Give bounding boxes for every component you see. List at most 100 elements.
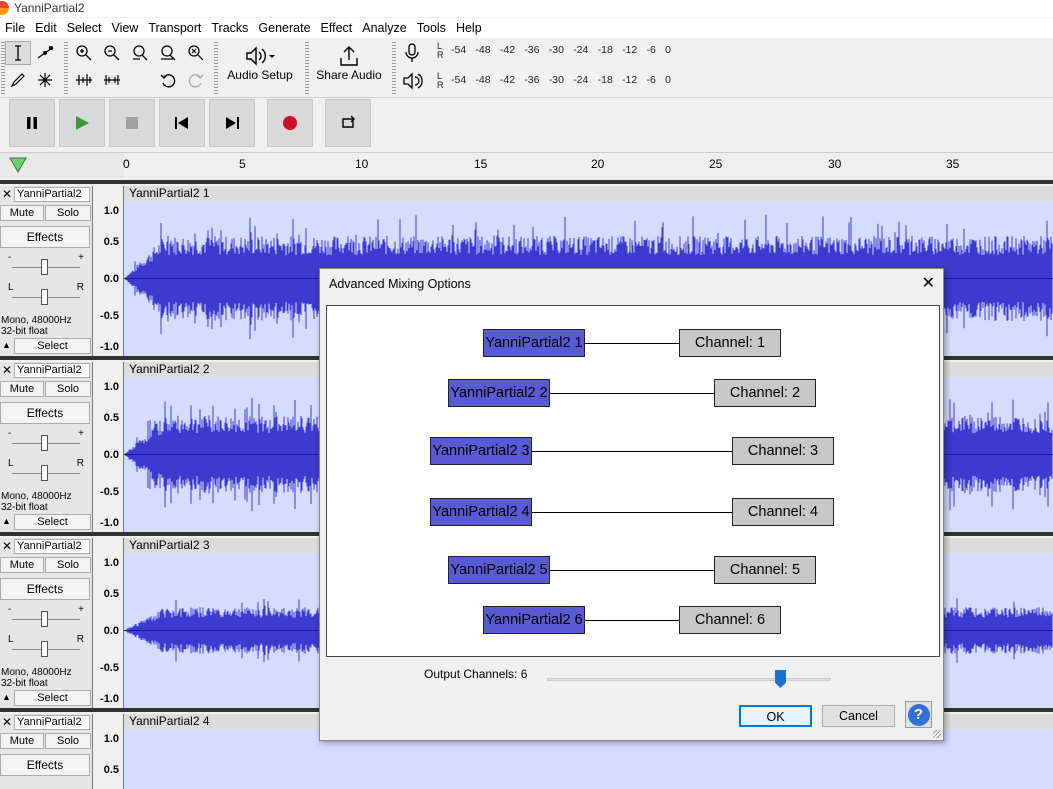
menu-view[interactable]: View bbox=[106, 21, 143, 35]
timeline-options-icon[interactable] bbox=[9, 157, 27, 176]
close-track-icon[interactable]: ✕ bbox=[2, 715, 12, 729]
amplitude-scale[interactable]: 1.0 0.5 0.0 -0.5 -1.0 bbox=[93, 538, 124, 708]
menu-select[interactable]: Select bbox=[62, 21, 107, 35]
solo-button[interactable]: Solo bbox=[45, 733, 91, 749]
select-button[interactable]: Select bbox=[14, 338, 91, 354]
menu-edit[interactable]: Edit bbox=[30, 21, 62, 35]
collapse-icon[interactable]: ▲ bbox=[2, 692, 11, 702]
envelope-tool-icon[interactable] bbox=[32, 41, 58, 65]
mapping-line bbox=[584, 620, 679, 621]
play-button[interactable] bbox=[59, 99, 105, 147]
channel-box[interactable]: Channel: 2 bbox=[714, 379, 816, 407]
stop-button[interactable] bbox=[109, 99, 155, 147]
fit-selection-icon[interactable] bbox=[127, 41, 153, 65]
select-button[interactable]: Select bbox=[14, 690, 91, 706]
collapse-icon[interactable]: ▲ bbox=[2, 516, 11, 526]
skip-start-icon bbox=[175, 117, 188, 129]
mute-button[interactable]: Mute bbox=[0, 381, 44, 397]
mute-button[interactable]: Mute bbox=[0, 733, 44, 749]
mute-button[interactable]: Mute bbox=[0, 557, 44, 573]
close-track-icon[interactable]: ✕ bbox=[2, 363, 12, 377]
amplitude-scale[interactable]: 1.0 0.5 bbox=[93, 714, 124, 789]
channel-box[interactable]: Channel: 4 bbox=[732, 498, 834, 526]
record-button[interactable] bbox=[267, 99, 313, 147]
speaker-playback-icon[interactable] bbox=[402, 71, 424, 94]
loop-button[interactable] bbox=[325, 99, 371, 147]
meter-scale: -54 -48 -42 -36 -30 -24 -18 -12 -6 0 bbox=[451, 74, 671, 86]
toolbar-grip[interactable] bbox=[305, 42, 309, 94]
track-box[interactable]: YanniPartial2 6 bbox=[483, 606, 585, 634]
amplitude-scale[interactable]: 1.0 0.5 0.0 -0.5 -1.0 bbox=[93, 186, 124, 356]
solo-button[interactable]: Solo bbox=[45, 205, 91, 221]
microphone-icon[interactable] bbox=[402, 42, 422, 67]
menu-generate[interactable]: Generate bbox=[253, 21, 315, 35]
ruler-track[interactable]: 0 5 10 15 20 25 30 35 bbox=[123, 153, 1053, 179]
playback-meter[interactable]: LR -54 -48 -42 -36 -30 -24 -18 -12 -6 0 bbox=[437, 72, 672, 90]
help-button[interactable]: ? bbox=[905, 701, 932, 728]
track-name-menu[interactable]: YanniPartial2 bbox=[14, 539, 90, 554]
solo-button[interactable]: Solo bbox=[45, 557, 91, 573]
effects-button[interactable]: Effects bbox=[0, 754, 90, 776]
effects-button[interactable]: Effects bbox=[0, 402, 90, 424]
trim-audio-icon[interactable] bbox=[71, 68, 97, 92]
amplitude-scale[interactable]: 1.0 0.5 0.0 -0.5 -1.0 bbox=[93, 362, 124, 532]
menu-file[interactable]: File bbox=[0, 21, 30, 35]
clip-title[interactable]: YanniPartial2 1 bbox=[124, 186, 1053, 201]
effects-button[interactable]: Effects bbox=[0, 226, 90, 248]
menu-effect[interactable]: Effect bbox=[316, 21, 358, 35]
effects-button[interactable]: Effects bbox=[0, 578, 90, 600]
menu-tracks[interactable]: Tracks bbox=[206, 21, 253, 35]
output-channels-slider[interactable] bbox=[547, 678, 831, 681]
close-icon[interactable]: ✕ bbox=[922, 273, 935, 293]
channel-box[interactable]: Channel: 1 bbox=[679, 329, 781, 357]
cancel-button[interactable]: Cancel bbox=[822, 705, 895, 727]
silence-audio-icon[interactable] bbox=[99, 68, 125, 92]
undo-icon[interactable] bbox=[155, 68, 181, 92]
menu-analyze[interactable]: Analyze bbox=[357, 21, 411, 35]
selection-tool-icon[interactable] bbox=[5, 41, 31, 65]
solo-button[interactable]: Solo bbox=[45, 381, 91, 397]
menu-transport[interactable]: Transport bbox=[143, 21, 206, 35]
channel-box[interactable]: Channel: 3 bbox=[732, 437, 834, 465]
menu-help[interactable]: Help bbox=[451, 21, 487, 35]
pause-button[interactable] bbox=[9, 99, 55, 147]
track-box[interactable]: YanniPartial2 3 bbox=[430, 437, 532, 465]
menu-tools[interactable]: Tools bbox=[412, 21, 451, 35]
select-button[interactable]: Select bbox=[14, 514, 91, 530]
multi-tool-icon[interactable] bbox=[32, 68, 58, 92]
skip-end-button[interactable] bbox=[209, 99, 255, 147]
timeline-ruler[interactable]: 0 5 10 15 20 25 30 35 bbox=[0, 152, 1053, 179]
record-icon bbox=[283, 116, 297, 130]
channel-box[interactable]: Channel: 5 bbox=[714, 556, 816, 584]
zoom-out-icon[interactable] bbox=[99, 41, 125, 65]
ruler-tick: 10 bbox=[355, 157, 369, 171]
ok-button[interactable]: OK bbox=[739, 705, 812, 727]
zoom-toggle-icon[interactable] bbox=[183, 41, 209, 65]
toolbar-grip[interactable] bbox=[392, 42, 396, 94]
channel-box[interactable]: Channel: 6 bbox=[679, 606, 781, 634]
track-name-menu[interactable]: YanniPartial2 bbox=[14, 715, 90, 730]
skip-start-button[interactable] bbox=[159, 99, 205, 147]
track-box[interactable]: YanniPartial2 5 bbox=[448, 556, 550, 584]
redo-icon[interactable] bbox=[183, 68, 209, 92]
toolbar-grip[interactable] bbox=[214, 42, 218, 94]
audio-setup-button[interactable]: Audio Setup bbox=[222, 44, 298, 82]
track-box[interactable]: YanniPartial2 1 bbox=[483, 329, 585, 357]
zoom-in-icon[interactable] bbox=[71, 41, 97, 65]
track-name-menu[interactable]: YanniPartial2 bbox=[14, 187, 90, 202]
draw-tool-icon[interactable] bbox=[5, 68, 31, 92]
track-name-menu[interactable]: YanniPartial2 bbox=[14, 363, 90, 378]
collapse-icon[interactable]: ▲ bbox=[2, 340, 11, 350]
share-audio-button[interactable]: Share Audio bbox=[312, 44, 386, 82]
close-track-icon[interactable]: ✕ bbox=[2, 539, 12, 553]
recording-meter[interactable]: LR -54 -48 -42 -36 -30 -24 -18 -12 -6 0 bbox=[437, 42, 672, 60]
mixing-matrix[interactable]: YanniPartial2 1 Channel: 1 YanniPartial2… bbox=[326, 305, 940, 657]
resize-grip-icon[interactable] bbox=[933, 730, 941, 738]
toolbar-grip[interactable] bbox=[64, 42, 68, 94]
track-box[interactable]: YanniPartial2 2 bbox=[448, 379, 550, 407]
track-box[interactable]: YanniPartial2 4 bbox=[430, 498, 532, 526]
mute-button[interactable]: Mute bbox=[0, 205, 44, 221]
close-track-icon[interactable]: ✕ bbox=[2, 187, 12, 201]
fit-project-icon[interactable] bbox=[155, 41, 181, 65]
slider-thumb[interactable] bbox=[775, 670, 786, 688]
